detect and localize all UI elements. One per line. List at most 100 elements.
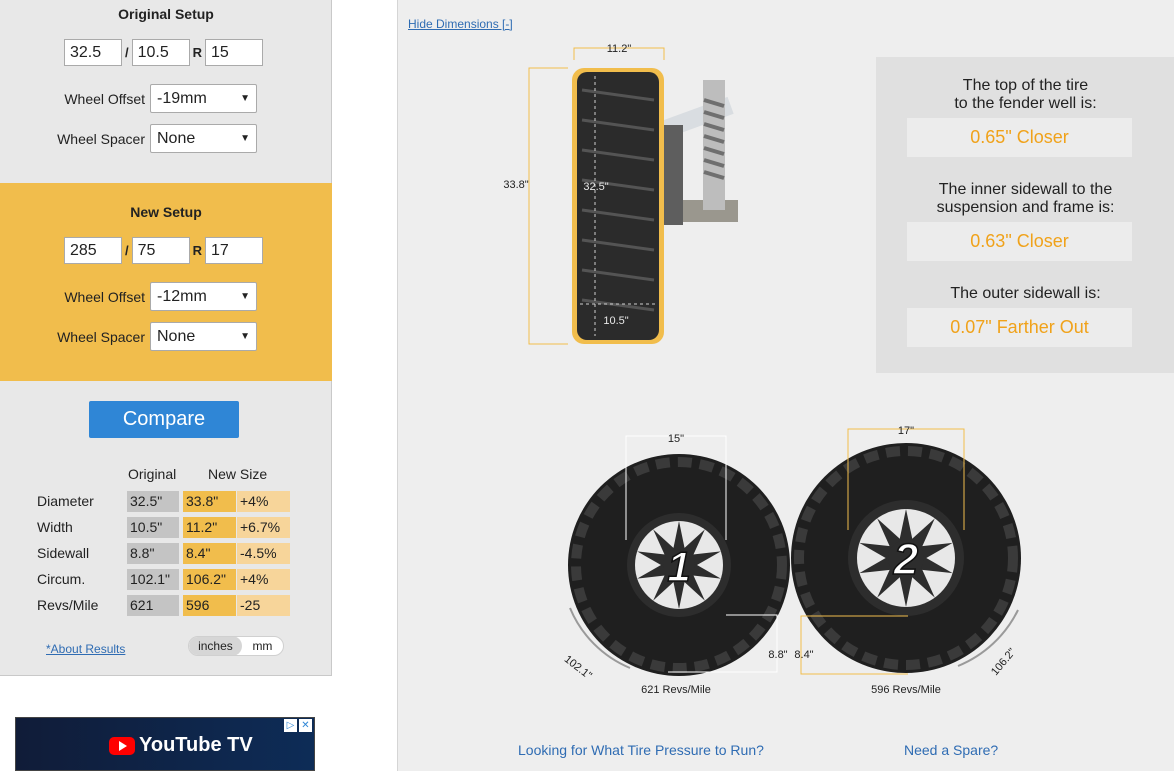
new-sep-r: R [192, 243, 203, 258]
inner-clearance-value: 0.63" Closer [907, 222, 1132, 261]
tire-1-revs-label: 621 Revs/Mile [641, 684, 711, 696]
tire-2-rim-label: 17" [898, 425, 914, 437]
result-diff-value: -4.5% [237, 543, 290, 564]
result-original-value: 102.1" [127, 569, 179, 590]
chevron-down-icon: ▼ [240, 133, 250, 144]
unit-inches-option[interactable]: inches [189, 637, 242, 655]
hide-dimensions-link[interactable]: Hide Dimensions [-] [408, 17, 513, 31]
suspension-illustration [652, 76, 748, 246]
inner-text-1: The inner sidewall to the [938, 181, 1113, 198]
youtube-tv-ad[interactable]: YouTube TV ▷ ✕ [15, 717, 315, 771]
new-setup-section: New Setup / R Wheel Offset -12mm ▼ Wheel… [0, 183, 332, 381]
fender-text-1: The top of the tire [962, 77, 1089, 94]
result-label: Sidewall [37, 545, 90, 561]
result-new-value: 8.4" [183, 543, 236, 564]
chevron-down-icon: ▼ [240, 93, 250, 104]
result-diff-value: +4% [237, 569, 290, 590]
result-original-value: 10.5" [127, 517, 179, 538]
tire-1-number: 1 [667, 543, 690, 590]
tire-2: 2 [791, 443, 1021, 673]
fender-clearance-value: 0.65" Closer [907, 118, 1132, 157]
original-offset-value: -19mm [157, 89, 207, 107]
new-offset-label: Wheel Offset [64, 288, 145, 305]
new-ratio-input[interactable] [131, 237, 190, 264]
compare-button[interactable]: Compare [89, 401, 239, 438]
original-offset-label: Wheel Offset [64, 90, 145, 107]
result-label: Width [37, 519, 73, 535]
result-new-value: 596 [183, 595, 236, 616]
original-spacer-value: None [157, 129, 196, 147]
tire-2-sidewall-label: 8.4" [794, 649, 813, 661]
new-offset-value: -12mm [157, 287, 207, 305]
tire-pressure-link[interactable]: Looking for What Tire Pressure to Run? [518, 742, 764, 758]
new-rim-input[interactable] [205, 237, 264, 264]
result-label: Diameter [37, 493, 94, 509]
youtube-tv-logo: YouTube TV [109, 734, 253, 757]
new-spacer-value: None [157, 327, 196, 345]
visualization-area: Hide Dimensions [-] 11.2" 33.8" 32.5" 10… [397, 0, 1174, 771]
new-spacer-label: Wheel Spacer [57, 328, 145, 345]
outer-clearance-value: 0.07" Farther Out [907, 308, 1132, 347]
tire-1-circumference-label: 102.1" [562, 653, 594, 682]
original-sep-r: R [192, 45, 203, 60]
result-label: Circum. [37, 571, 86, 587]
result-diff-value: -25 [237, 595, 290, 616]
unit-toggle[interactable]: inches mm [188, 636, 284, 656]
result-row: Width 10.5" 11.2" +6.7% [0, 517, 332, 538]
result-original-value: 8.8" [127, 543, 179, 564]
original-diameter-label: 32.5" [583, 181, 608, 193]
original-size-row: / R [64, 39, 264, 66]
col-header-original: Original [128, 466, 177, 482]
original-offset-row: Wheel Offset -19mm ▼ [0, 84, 332, 113]
wheel-comparison: 1 2 15" 8.8" 102.1" 621 Revs/Mile 17" 8.… [562, 425, 1021, 696]
result-original-value: 32.5" [127, 491, 179, 512]
new-width-label: 11.2" [607, 43, 632, 55]
result-new-value: 33.8" [183, 491, 236, 512]
new-offset-row: Wheel Offset -12mm ▼ [0, 282, 332, 311]
new-sep-slash: / [125, 243, 129, 258]
tire-2-circumference-label: 106.2" [989, 646, 1018, 678]
ad-choices-icon[interactable]: ▷ [284, 719, 297, 732]
original-offset-select[interactable]: -19mm ▼ [150, 84, 257, 113]
result-original-value: 621 [127, 595, 179, 616]
new-offset-select[interactable]: -12mm ▼ [150, 282, 257, 311]
clearance-results: The top of the tire to the fender well i… [876, 57, 1174, 373]
new-spacer-select[interactable]: None ▼ [150, 322, 257, 351]
play-icon [109, 736, 135, 755]
need-spare-link[interactable]: Need a Spare? [904, 742, 998, 758]
close-icon[interactable]: ✕ [299, 719, 312, 732]
chevron-down-icon: ▼ [240, 291, 250, 302]
unit-mm-option[interactable]: mm [242, 639, 283, 653]
original-spacer-label: Wheel Spacer [57, 130, 145, 147]
result-row: Revs/Mile 621 596 -25 [0, 595, 332, 616]
original-ratio-input[interactable] [131, 39, 190, 66]
inner-text-2: suspension and frame is: [936, 199, 1115, 216]
tire-1-sidewall-label: 8.8" [768, 649, 787, 661]
fender-text-2: to the fender well is: [954, 95, 1097, 112]
result-new-value: 11.2" [183, 517, 236, 538]
tire-2-revs-label: 596 Revs/Mile [871, 684, 941, 696]
tire-1: 1 [568, 454, 790, 676]
result-row: Diameter 32.5" 33.8" +4% [0, 491, 332, 512]
original-spacer-select[interactable]: None ▼ [150, 124, 257, 153]
about-results-link[interactable]: *About Results [46, 642, 125, 656]
new-width-input[interactable] [64, 237, 122, 264]
original-width-input[interactable] [64, 39, 122, 66]
tire-1-rim-label: 15" [668, 433, 684, 445]
result-row: Sidewall 8.8" 8.4" -4.5% [0, 543, 332, 564]
new-spacer-row: Wheel Spacer None ▼ [0, 322, 332, 351]
original-rim-input[interactable] [205, 39, 264, 66]
tire-2-number: 2 [893, 535, 919, 584]
page: Original Setup / R Wheel Offset -19mm ▼ … [0, 0, 1174, 771]
original-sep-slash: / [125, 45, 129, 60]
setup-panel: Original Setup / R Wheel Offset -19mm ▼ … [0, 0, 332, 676]
ad-brand: YouTube TV [139, 734, 253, 756]
new-diameter-label: 33.8" [503, 179, 528, 191]
result-label: Revs/Mile [37, 597, 99, 613]
new-size-row: / R [64, 237, 264, 264]
chevron-down-icon: ▼ [240, 331, 250, 342]
ad-controls: ▷ ✕ [284, 719, 312, 732]
result-diff-value: +4% [237, 491, 290, 512]
tire-side-view: 11.2" 33.8" 32.5" 10.5" [503, 43, 748, 345]
outer-text: The outer sidewall is: [950, 285, 1101, 302]
